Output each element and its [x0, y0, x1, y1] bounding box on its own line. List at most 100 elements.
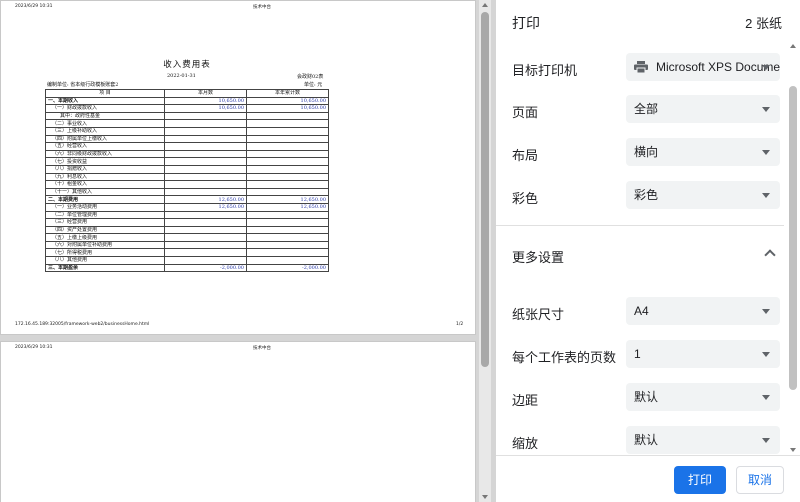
row-month-value — [164, 142, 247, 151]
cancel-button[interactable]: 取消 — [736, 466, 784, 494]
margins-label: 边距 — [512, 393, 539, 408]
layout-value: 横向 — [634, 145, 659, 159]
dropdown-caret-icon — [762, 438, 770, 443]
paper-size-value: A4 — [634, 304, 649, 318]
row-year-value — [246, 187, 329, 197]
margins-value: 默认 — [634, 390, 659, 404]
report-form-code: 会政财02表 — [297, 74, 324, 80]
row-item: （五）上缴上级费用 — [45, 233, 165, 242]
row-year-value — [246, 164, 329, 174]
pages-select[interactable]: 全部 — [626, 95, 780, 123]
column-header-month: 本月数 — [164, 89, 247, 98]
scroll-down-arrow-icon[interactable] — [482, 495, 488, 499]
chevron-up-icon[interactable] — [764, 249, 776, 261]
table-row: （七）投资收益 — [45, 157, 329, 166]
row-year-value: 10,650.00 — [246, 96, 329, 106]
row-month-value — [164, 240, 247, 250]
table-row: （八）其他费用 — [45, 256, 329, 265]
row-year-value — [246, 172, 329, 182]
paper-size-select[interactable]: A4 — [626, 297, 780, 325]
row-item: （十一）其他收入 — [45, 187, 165, 197]
print-preview-area: 2023/6/29 10:31 技术中台 收入费用表 2022-01-31 会政… — [0, 0, 496, 502]
row-year-value — [246, 180, 329, 189]
table-row: 三、本期盈余 -2,000.00 -2,000.00 — [45, 263, 329, 273]
row-month-value — [164, 248, 247, 258]
table-row: （十）租金收入 — [45, 180, 329, 189]
row-month-value: 10,650.00 — [164, 104, 247, 113]
table-row: 其中：政府性基金 — [45, 111, 329, 121]
row-month-value — [164, 149, 247, 159]
row-month-value: 10,650.00 — [164, 96, 247, 106]
settings-scrollbar-thumb[interactable] — [789, 86, 797, 390]
table-row: （二）事业收入 — [45, 119, 329, 128]
page-header-datetime: 2023/6/29 10:31 — [15, 345, 53, 350]
column-header-item: 项 目 — [45, 89, 165, 98]
table-row: （一）财政拨款收入 10,650.00 10,650.00 — [45, 104, 329, 113]
row-year-value — [246, 119, 329, 128]
pages-per-sheet-value: 1 — [634, 347, 641, 361]
row-year-value: 12,650.00 — [246, 202, 329, 212]
row-month-value — [164, 126, 247, 136]
color-select[interactable]: 彩色 — [626, 181, 780, 209]
row-month-value — [164, 119, 247, 128]
page-footer-number: 1/2 — [456, 322, 464, 327]
row-item: 一、本期收入 — [45, 96, 165, 106]
row-year-value — [246, 111, 329, 121]
scale-select[interactable]: 默认 — [626, 426, 780, 454]
table-row: （三）经营费用 — [45, 218, 329, 227]
scroll-down-arrow-icon[interactable] — [790, 448, 796, 452]
row-year-value — [246, 126, 329, 136]
table-row: （六）非同级财政拨款收入 — [45, 149, 329, 159]
table-row: （八）捐赠收入 — [45, 164, 329, 174]
row-item: （四）附属单位上缴收入 — [45, 134, 165, 144]
row-year-value — [246, 233, 329, 242]
row-year-value — [246, 248, 329, 258]
dropdown-caret-icon — [762, 352, 770, 357]
table-row: （九）利息收入 — [45, 172, 329, 182]
scale-value: 默认 — [634, 433, 659, 447]
row-month-value — [164, 134, 247, 144]
row-item: （一）财政拨款收入 — [45, 104, 165, 113]
layout-select[interactable]: 横向 — [626, 138, 780, 166]
destination-select[interactable]: Microsoft XPS Document Writer — [626, 53, 780, 81]
layout-label: 布局 — [512, 148, 539, 163]
table-row: （十一）其他收入 — [45, 187, 329, 197]
row-month-value — [164, 180, 247, 189]
row-year-value — [246, 240, 329, 250]
scale-label: 缩放 — [512, 436, 539, 451]
row-year-value — [246, 142, 329, 151]
row-year-value — [246, 225, 329, 235]
settings-scrollbar[interactable] — [786, 42, 800, 454]
printer-icon — [634, 60, 648, 73]
row-year-value — [246, 157, 329, 166]
row-month-value — [164, 172, 247, 182]
pages-per-sheet-select[interactable]: 1 — [626, 340, 780, 368]
table-row: （四）资产处置费用 — [45, 225, 329, 235]
scroll-up-arrow-icon[interactable] — [790, 44, 796, 48]
row-item: （三）经营费用 — [45, 218, 165, 227]
row-item: （六）对附属单位补助费用 — [45, 240, 165, 250]
preview-scrollbar[interactable] — [479, 0, 491, 502]
row-item: （七）投资收益 — [45, 157, 165, 166]
more-settings-toggle[interactable]: 更多设置 — [512, 247, 564, 266]
dropdown-caret-icon — [762, 65, 770, 70]
print-button[interactable]: 打印 — [674, 466, 726, 494]
destination-label: 目标打印机 — [512, 63, 578, 78]
color-label: 彩色 — [512, 191, 539, 206]
scroll-up-arrow-icon[interactable] — [482, 3, 488, 7]
divider — [496, 455, 800, 456]
print-settings-panel: 打印 2 张纸 目标打印机 Microsoft XPS Document Wri… — [496, 0, 800, 502]
row-item: （七）所得税费用 — [45, 248, 165, 258]
preview-page-1: 2023/6/29 10:31 技术中台 收入费用表 2022-01-31 会政… — [0, 0, 476, 335]
row-month-value — [164, 218, 247, 227]
table-row: （三）上级补助收入 — [45, 126, 329, 136]
column-header-year: 本年累计数 — [246, 89, 329, 98]
table-row: （四）附属单位上缴收入 — [45, 134, 329, 144]
report-title: 收入费用表 — [163, 60, 211, 70]
row-year-value: 12,650.00 — [246, 195, 329, 204]
row-month-value — [164, 157, 247, 166]
margins-select[interactable]: 默认 — [626, 383, 780, 411]
table-row: （一）业务活动费用 12,650.00 12,650.00 — [45, 202, 329, 212]
row-item: 三、本期盈余 — [45, 263, 165, 273]
preview-scrollbar-thumb[interactable] — [481, 12, 489, 367]
